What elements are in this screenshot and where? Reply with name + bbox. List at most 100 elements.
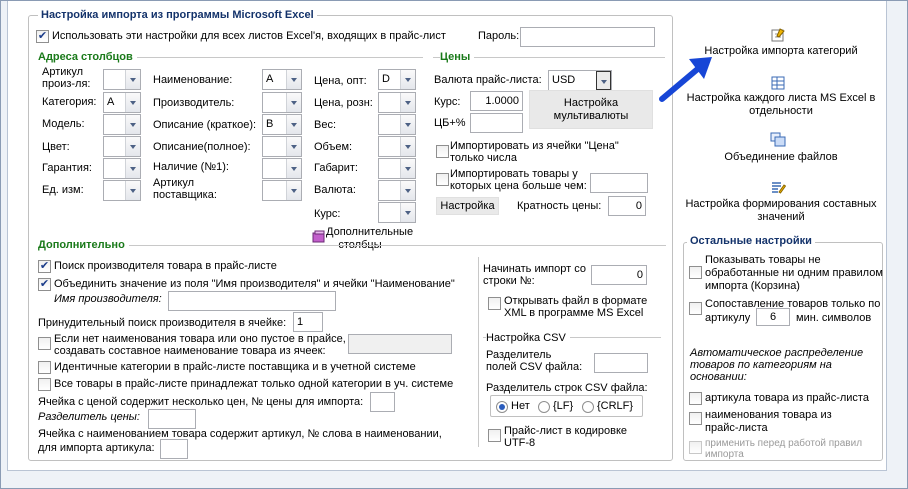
csv-row-sep-lf-label: {LF} [553, 400, 574, 412]
import-over-input[interactable] [590, 173, 648, 193]
price-separator-input[interactable] [148, 409, 196, 429]
by-name-checkbox[interactable] [689, 412, 702, 425]
open-in-excel-checkbox[interactable] [488, 297, 501, 310]
manufacturer-name-input[interactable] [168, 291, 336, 311]
apply-before-checkbox[interactable] [689, 441, 702, 454]
price-currency-select[interactable]: USD [548, 70, 612, 91]
use-all-sheets-label: Использовать эти настройки для всех лист… [52, 30, 446, 42]
window: Настройка импорта из программы Microsoft… [0, 0, 908, 489]
start-row-input[interactable]: 0 [591, 265, 647, 285]
currency-column-select[interactable] [378, 180, 416, 201]
price-opt-label: Цена, опт: [314, 75, 367, 87]
article-column-select[interactable] [103, 69, 141, 90]
price-settings-button[interactable]: Настройка [436, 197, 499, 215]
csv-field-sep-input[interactable] [594, 353, 648, 373]
search-manufacturer-checkbox[interactable]: ✔ [38, 260, 51, 273]
one-category-label: Все товары в прайс-листе принадлежат тол… [54, 378, 454, 390]
chevron-down-icon [286, 159, 301, 178]
csv-row-sep-none-label: Нет [511, 400, 530, 412]
article-in-name-label: Ячейка с наименованием товара содержит а… [38, 428, 442, 454]
multiplicity-input[interactable]: 0 [608, 196, 646, 216]
password-label: Пароль: [478, 30, 520, 42]
composite-values-icon [772, 182, 786, 194]
import-numbers-checkbox[interactable] [436, 145, 449, 158]
desc-full-column-select[interactable] [262, 136, 302, 157]
model-column-select[interactable] [103, 114, 141, 135]
compose-name-label: Если нет наименования товара или оно пус… [54, 333, 346, 357]
csv-utf8-checkbox[interactable] [488, 429, 501, 442]
chevron-down-icon [400, 115, 415, 134]
import-over-label: Импортировать товары у которых цена боль… [450, 168, 587, 192]
forced-search-input[interactable]: 1 [293, 312, 323, 332]
manufacturer-column-select[interactable] [262, 92, 302, 113]
search-manufacturer-label: Поиск производителя товара в прайс-листе [54, 260, 277, 272]
identical-categories-checkbox[interactable] [38, 361, 51, 374]
currency-col-label: Валюта: [314, 184, 356, 196]
warranty-label: Гарантия: [42, 162, 92, 174]
rate-column-select[interactable] [378, 202, 416, 223]
color-column-select[interactable] [103, 136, 141, 157]
by-article-checkbox[interactable] [689, 392, 702, 405]
merge-fields-checkbox[interactable]: ✔ [38, 278, 51, 291]
chevron-down-icon [125, 181, 140, 200]
category-label: Категория: [42, 96, 97, 108]
by-name-label: наименования товара из прайс-листа [705, 409, 832, 434]
chevron-down-icon [400, 203, 415, 222]
csv-field-sep-label: Разделитель полей CSV файла: [486, 349, 583, 373]
identical-categories-label: Идентичные категории в прайс-листе поста… [54, 361, 416, 373]
price-rate-input[interactable]: 1.0000 [470, 91, 523, 111]
desc-short-column-select[interactable]: B [262, 114, 302, 135]
multicurrency-button[interactable]: Настройка мультивалюты [529, 90, 653, 129]
chevron-down-icon [286, 181, 301, 200]
category-column-select[interactable]: A [103, 92, 141, 113]
several-prices-input[interactable] [370, 392, 395, 412]
use-all-sheets-checkbox[interactable]: ✔ [36, 30, 49, 43]
extra-columns-link[interactable]: Дополнительные столбцы [326, 226, 413, 252]
price-retail-column-select[interactable] [378, 92, 416, 113]
stock-column-select[interactable] [262, 158, 302, 179]
import-numbers-label: Импортировать из ячейки "Цена" только чи… [450, 140, 619, 164]
desc-full-label: Описание(полное): [153, 141, 251, 153]
warranty-column-select[interactable] [103, 158, 141, 179]
merge-files-icon [770, 132, 786, 147]
price-rate-label: Курс: [434, 96, 461, 108]
chevron-down-icon [125, 137, 140, 156]
volume-label: Объем: [314, 141, 353, 153]
merge-files-link[interactable]: Объединение файлов [681, 151, 881, 163]
size-column-select[interactable] [378, 158, 416, 179]
weight-column-select[interactable] [378, 114, 416, 135]
volume-column-select[interactable] [378, 136, 416, 157]
compose-name-input[interactable] [348, 334, 452, 354]
csv-row-sep-lf-radio[interactable] [538, 401, 550, 413]
multiplicity-label: Кратность цены: [517, 200, 602, 212]
merge-fields-label: Объединить значение из поля "Имя произво… [54, 278, 455, 290]
min-chars-input[interactable]: 6 [756, 308, 790, 326]
name-label: Наименование: [153, 74, 233, 86]
chevron-down-icon [286, 115, 301, 134]
compose-name-checkbox[interactable] [38, 337, 51, 350]
supplier-article-label: Артикул поставщика: [153, 177, 217, 201]
cb-input[interactable] [470, 113, 523, 133]
excel-import-title: Настройка импорта из программы Microsoft… [38, 9, 317, 21]
match-article-checkbox[interactable] [689, 302, 702, 315]
csv-row-sep-crlf-radio[interactable] [582, 401, 594, 413]
forced-search-label: Принудительный поиск производителя в яче… [38, 317, 287, 329]
chevron-down-icon [400, 137, 415, 156]
show-unprocessed-checkbox[interactable] [689, 266, 702, 279]
rate-col-label: Курс: [314, 208, 341, 220]
chevron-down-icon [596, 71, 611, 90]
unit-column-select[interactable] [103, 180, 141, 201]
price-retail-label: Цена, розн: [314, 97, 373, 109]
prices-section-title: Цены [440, 51, 475, 63]
csv-row-sep-none-radio[interactable] [496, 401, 508, 413]
import-over-checkbox[interactable] [436, 173, 449, 186]
price-opt-column-select[interactable]: D [378, 69, 416, 90]
csv-utf8-label: Прайс-лист в кодировке UTF-8 [504, 425, 628, 449]
weight-label: Вес: [314, 119, 337, 131]
name-column-select[interactable]: A [262, 69, 302, 90]
password-input[interactable] [520, 27, 655, 47]
composite-values-link[interactable]: Настройка формирования составных значени… [681, 198, 881, 224]
article-in-name-input[interactable] [160, 439, 188, 459]
supplier-article-column-select[interactable] [262, 180, 302, 201]
one-category-checkbox[interactable] [38, 378, 51, 391]
